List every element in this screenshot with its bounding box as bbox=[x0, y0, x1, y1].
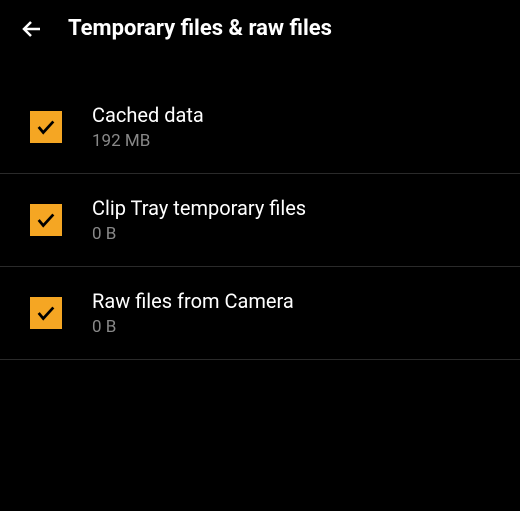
checkmark-icon bbox=[35, 209, 57, 231]
checkbox-raw-files[interactable] bbox=[30, 297, 62, 329]
item-content: Raw files from Camera 0 B bbox=[92, 289, 294, 337]
checkbox-cached-data[interactable] bbox=[30, 111, 62, 143]
item-size: 192 MB bbox=[92, 131, 204, 151]
list-item-cached-data[interactable]: Cached data 192 MB bbox=[0, 81, 520, 174]
item-content: Cached data 192 MB bbox=[92, 103, 204, 151]
header: Temporary files & raw files bbox=[0, 0, 520, 57]
item-label: Raw files from Camera bbox=[92, 289, 294, 313]
item-content: Clip Tray temporary files 0 B bbox=[92, 196, 306, 244]
page-title: Temporary files & raw files bbox=[68, 16, 332, 41]
item-size: 0 B bbox=[92, 224, 306, 244]
list-item-raw-files[interactable]: Raw files from Camera 0 B bbox=[0, 267, 520, 360]
item-label: Clip Tray temporary files bbox=[92, 196, 306, 220]
checkmark-icon bbox=[35, 116, 57, 138]
item-size: 0 B bbox=[92, 317, 294, 337]
item-label: Cached data bbox=[92, 103, 204, 127]
back-arrow-icon bbox=[20, 17, 44, 41]
checkbox-clip-tray[interactable] bbox=[30, 204, 62, 236]
list-item-clip-tray[interactable]: Clip Tray temporary files 0 B bbox=[0, 174, 520, 267]
checkmark-icon bbox=[35, 302, 57, 324]
file-category-list: Cached data 192 MB Clip Tray temporary f… bbox=[0, 57, 520, 360]
back-button[interactable] bbox=[20, 17, 44, 41]
